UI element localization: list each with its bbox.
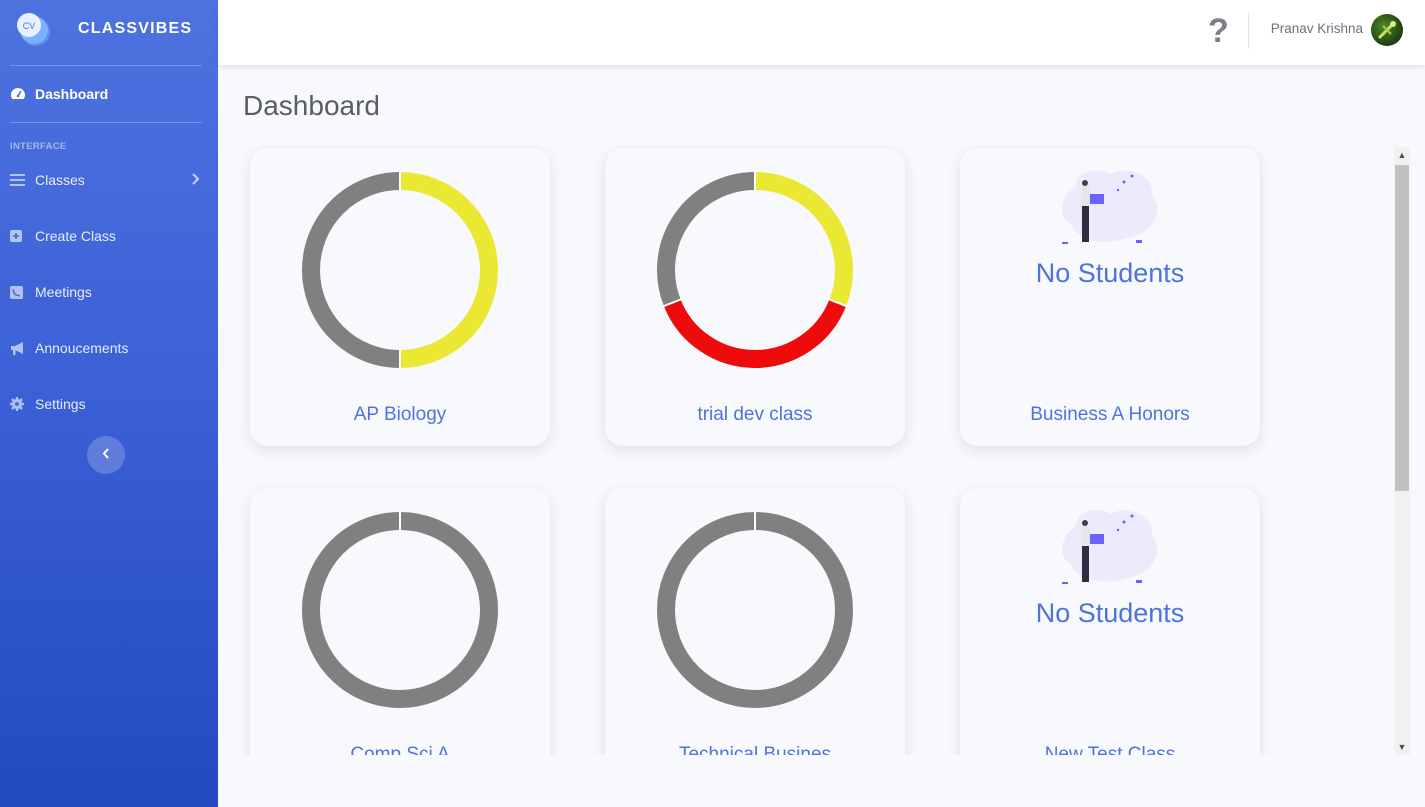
sidebar-item-label: Create Class [35,228,116,244]
attendance-donut-chart [302,172,498,368]
sidebar-item-label: Settings [35,396,86,412]
bars-icon [10,172,30,188]
topbar: ? Pranav Krishna [218,0,1425,65]
bullhorn-icon [10,340,30,356]
class-card[interactable]: Technical Busines [605,488,905,755]
sidebar-heading: INTERFACE [10,141,67,152]
class-name: New Test Class [1044,744,1176,755]
donut-segment-gray [302,512,498,708]
avatar[interactable] [1371,14,1403,46]
scroll-down-arrow[interactable]: ▼ [1394,739,1410,755]
chevron-right-icon [192,172,200,188]
donut-segment-red [663,299,847,368]
donut-segment-gray [657,512,853,708]
brand[interactable]: CV CLASSVIBES [0,0,218,58]
scrollbar-thumb[interactable] [1395,165,1409,491]
no-students-illustration [1056,166,1166,248]
class-name: Business A Honors [1030,404,1190,425]
page-title: Dashboard [243,90,380,121]
class-name: Technical Busines [678,744,832,755]
sidebar-item-meetings[interactable]: Meetings [0,264,218,320]
sidebar-item-classes[interactable]: Classes [0,152,218,208]
sidebar-item-label: Classes [35,172,85,188]
no-students-illustration [1056,506,1166,588]
sidebar: CV CLASSVIBES Dashboard INTERFACE Classe… [0,0,218,807]
tachometer-icon [10,86,30,102]
class-card[interactable]: Comp Sci A [250,488,550,755]
class-cards-area: AP Biology trial dev class No Students B… [218,145,1425,755]
class-card[interactable]: AP Biology [250,148,550,446]
no-students-text: No Students [1035,598,1185,628]
donut-segment-yellow [399,172,498,368]
sidebar-toggle-button[interactable] [87,436,125,474]
donut-segment-gray [657,172,756,307]
phone-icon [10,284,30,300]
sidebar-item-label: Meetings [35,284,92,300]
sidebar-item-settings[interactable]: Settings [0,376,218,432]
scroll-up-arrow[interactable]: ▲ [1394,147,1410,163]
donut-segment-yellow [754,172,853,307]
class-card[interactable]: No Students Business A Honors [960,148,1260,446]
class-name: trial dev class [697,404,813,425]
brand-logo: CV [14,10,52,48]
sidebar-item-create-class[interactable]: Create Class [0,208,218,264]
plus-square-icon [10,228,30,244]
class-name: AP Biology [353,404,447,425]
class-card[interactable]: No Students New Test Class [960,488,1260,755]
user-name[interactable]: Pranav Krishna [1271,21,1363,36]
svg-text:CV: CV [23,21,36,31]
class-name: Comp Sci A [350,744,450,755]
attendance-donut-chart [657,512,853,708]
class-card[interactable]: trial dev class [605,148,905,446]
gear-icon [10,396,30,412]
scrollbar[interactable]: ▲ ▼ [1394,147,1410,755]
no-students-text: No Students [1035,258,1185,288]
brand-name: CLASSVIBES [78,20,193,37]
donut-segment-gray [302,172,401,368]
sidebar-item-dashboard[interactable]: Dashboard [0,66,218,122]
question-icon[interactable]: ? [1208,12,1229,51]
attendance-donut-chart [302,512,498,708]
chevron-left-icon [102,446,110,464]
topbar-divider [1248,12,1249,49]
sidebar-item-label: Annoucements [35,340,129,356]
sidebar-item-label: Dashboard [35,86,109,102]
sidebar-item-announcements[interactable]: Annoucements [0,320,218,376]
attendance-donut-chart [657,172,853,368]
